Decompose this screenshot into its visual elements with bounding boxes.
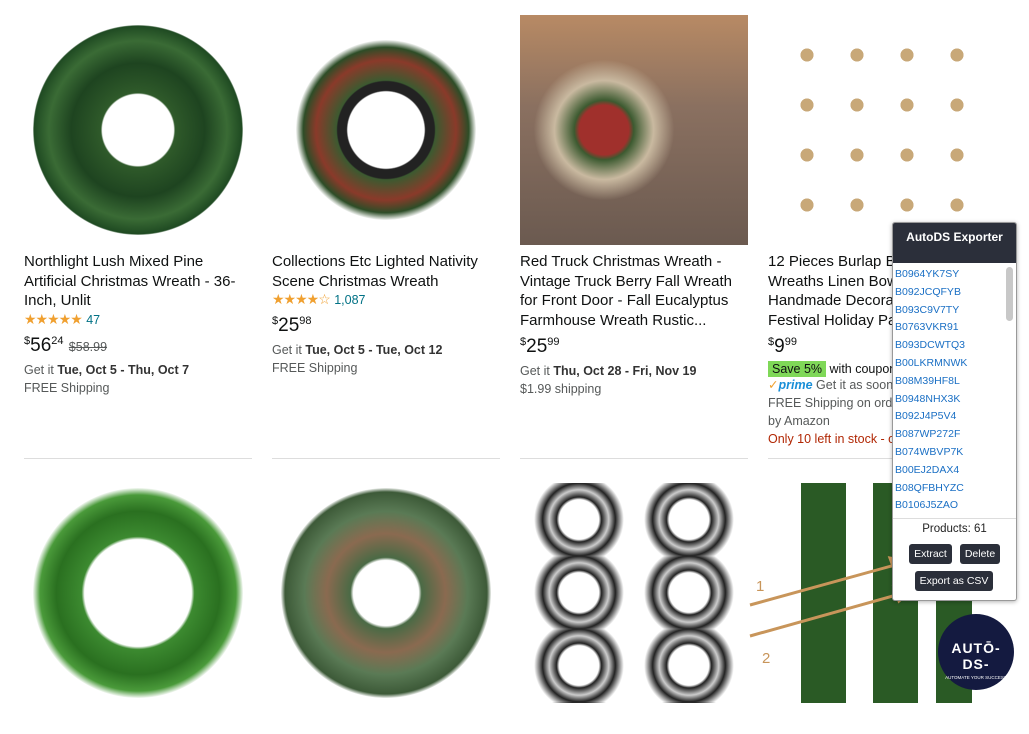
asin-item[interactable]: B087WP272F (893, 426, 1016, 444)
asin-item[interactable]: B08QFBHYZC (893, 480, 1016, 498)
asin-item[interactable]: B0948NHX3K (893, 391, 1016, 409)
arrow-1 (749, 563, 896, 607)
panel-title: AutoDS Exporter (893, 223, 1016, 263)
asin-item[interactable]: B074WBVP7K (893, 444, 1016, 462)
asin-item[interactable]: B08M39HF8L (893, 373, 1016, 391)
asin-item[interactable]: B0106J5ZAO (893, 497, 1016, 515)
asin-item[interactable]: B093C9V7TY (893, 302, 1016, 320)
asin-item[interactable]: B0763VKR91 (893, 319, 1016, 337)
asin-item[interactable]: B092J4P5V4 (893, 408, 1016, 426)
annotation-arrows (749, 556, 916, 638)
step-2-label: 2 (762, 650, 771, 667)
asin-item[interactable]: B00LKRMNWK (893, 355, 1016, 373)
scrollbar[interactable] (1006, 267, 1013, 321)
autods-logo: AUTŌ-DS- AUTOMATE YOUR SUCCESS (938, 614, 1014, 690)
asin-item[interactable]: B0964YK7SY (893, 266, 1016, 284)
autods-exporter-panel: AutoDS Exporter B0964YK7SY B092JCQFYB B093… (892, 222, 1017, 601)
delete-button[interactable]: Delete (960, 544, 1000, 564)
step-1-label: 1 (756, 578, 765, 595)
asin-item[interactable]: B092JCQFYB (893, 284, 1016, 302)
extract-button[interactable]: Extract (909, 544, 952, 564)
asin-item[interactable]: B093DCWTQ3 (893, 337, 1016, 355)
export-csv-button[interactable]: Export as CSV (915, 571, 993, 591)
products-count: Products: 61 (922, 523, 987, 535)
asin-list[interactable]: B0964YK7SY B092JCQFYB B093C9V7TY B0763VKR91… (893, 263, 1016, 519)
asin-item[interactable]: B00EJ2DAX4 (893, 462, 1016, 480)
